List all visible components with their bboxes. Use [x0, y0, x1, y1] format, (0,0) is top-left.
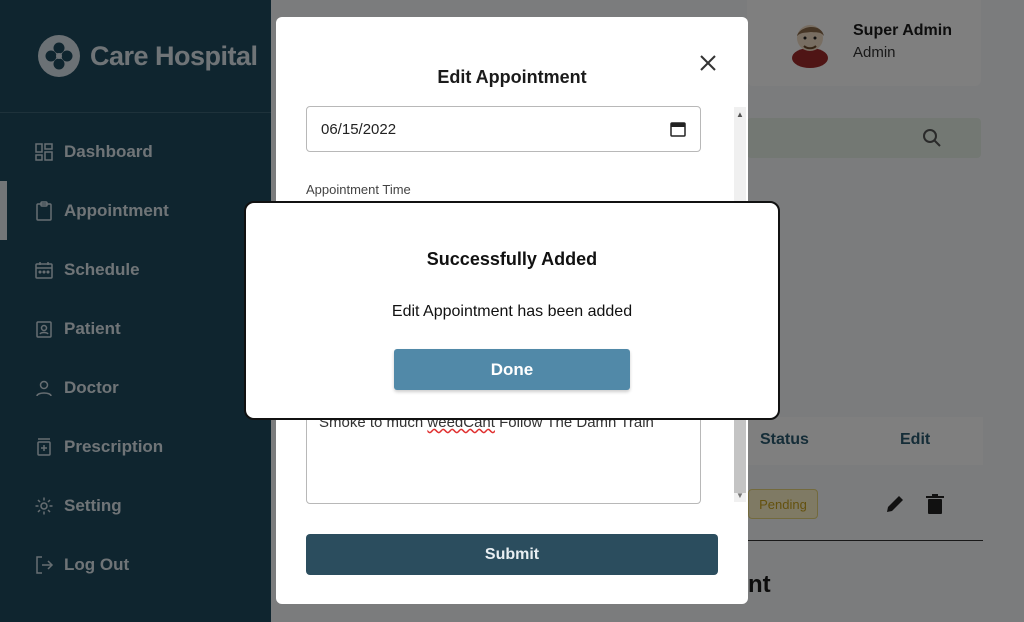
submit-button[interactable]: Submit: [306, 534, 718, 575]
scroll-up-arrow-icon[interactable]: ▲: [734, 107, 746, 121]
modal-title: Edit Appointment: [437, 67, 587, 87]
done-button[interactable]: Done: [394, 349, 630, 390]
scrollbar-thumb[interactable]: [734, 413, 746, 493]
date-value: 06/15/2022: [321, 120, 397, 138]
calendar-icon[interactable]: [670, 121, 686, 137]
success-message: Edit Appointment has been added: [391, 303, 633, 320]
scroll-down-arrow-icon[interactable]: ▼: [734, 488, 746, 502]
appointment-date-input[interactable]: 06/15/2022: [306, 106, 701, 152]
success-dialog: Successfully Added Edit Appointment has …: [244, 201, 780, 420]
notes-textarea[interactable]: Smoke to much weedCant Follow The Damn T…: [306, 407, 701, 504]
success-title: Successfully Added: [426, 249, 598, 269]
appointment-time-label: Appointment Time: [306, 182, 411, 197]
close-icon[interactable]: [696, 51, 720, 75]
